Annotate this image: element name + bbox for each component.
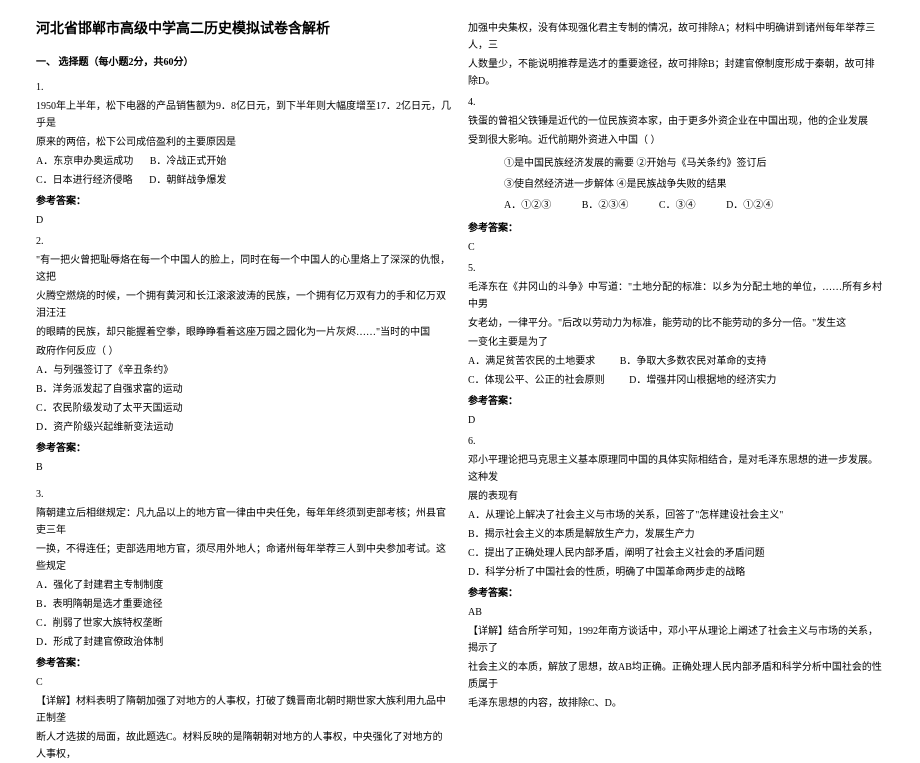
q1-opt-d: D．朝鲜战争爆发	[149, 172, 226, 189]
q3-opt-a: A．强化了封建君主专制制度	[36, 577, 452, 594]
q4-answer-label: 参考答案：	[468, 220, 884, 237]
q6-stem: 展的表现有	[468, 488, 884, 505]
q6-opt-d: D．科学分析了中国社会的性质，明确了中国革命两步走的战略	[468, 564, 884, 581]
q5-stem: 毛泽东在《井冈山的斗争》中写道："土地分配的标准：以乡为分配土地的单位，……所有…	[468, 279, 884, 313]
q5-options-row1: A．满足贫苦农民的土地要求 B．争取大多数农民对革命的支持	[468, 353, 884, 370]
q3-explain-cont: 人数量少，不能说明推荐是选才的重要途径，故可排除B；封建官僚制度形成于秦朝，故可…	[468, 56, 884, 90]
q2-stem: "有一把火曾把耻辱烙在每一个中国人的脸上，同时在每一个中国人的心里烙上了深深的仇…	[36, 252, 452, 286]
q1-answer: D	[36, 212, 452, 229]
q5-options-row2: C．体现公平、公正的社会原则 D．增强井冈山根据地的经济实力	[468, 372, 884, 389]
q3-answer: C	[36, 674, 452, 691]
q4-num: 4.	[468, 94, 884, 111]
left-column: 河北省邯郸市高级中学高二历史模拟试卷含解析 一、 选择题（每小题2分，共60分）…	[28, 18, 460, 633]
q5-opt-a: A．满足贫苦农民的土地要求	[468, 353, 595, 370]
q1-answer-label: 参考答案：	[36, 193, 452, 210]
q1-options-row1: A．东京申办奥运成功 B．冷战正式开始	[36, 153, 452, 170]
q5-answer-label: 参考答案：	[468, 393, 884, 410]
q3-opt-c: C．削弱了世家大族特权垄断	[36, 615, 452, 632]
q6-explain: 毛泽东思想的内容，故排除C、D。	[468, 695, 884, 712]
section-heading: 一、 选择题（每小题2分，共60分）	[36, 54, 452, 71]
q4-opt-a: A．①②③	[504, 197, 551, 214]
q3-num: 3.	[36, 486, 452, 503]
q4-item: ③使自然经济进一步解体 ④是民族战争失败的结果	[504, 176, 884, 193]
q2-opt-d: D．资产阶级兴起维新变法运动	[36, 419, 452, 436]
q4-options: A．①②③ B．②③④ C．③④ D．①②④	[504, 197, 884, 214]
q4-stem: 铁蛋的曾祖父铁锤是近代的一位民族资本家，由于更多外资企业在中国出现，他的企业发展	[468, 113, 884, 130]
q6-opt-a: A．从理论上解决了社会主义与市场的关系，回答了"怎样建设社会主义"	[468, 507, 884, 524]
q1-opt-a: A．东京申办奥运成功	[36, 153, 133, 170]
q5-opt-b: B．争取大多数农民对革命的支持	[620, 353, 767, 370]
q6-opt-b: B．揭示社会主义的本质是解放生产力，发展生产力	[468, 526, 884, 543]
q3-explain: 断人才选拔的局面，故此题选C。材料反映的是隋朝朝对地方的人事权，中央强化了对地方…	[36, 729, 452, 763]
q2-stem: 政府作何反应（ ）	[36, 343, 452, 360]
q2-opt-c: C．农民阶级发动了太平天国运动	[36, 400, 452, 417]
q1-opt-b: B．冷战正式开始	[150, 153, 227, 170]
q6-answer-label: 参考答案：	[468, 585, 884, 602]
q1-stem: 原来的两倍，松下公司成倍盈利的主要原因是	[36, 134, 452, 151]
q6-num: 6.	[468, 433, 884, 450]
q4-item: ①是中国民族经济发展的需要 ②开始与《马关条约》签订后	[504, 155, 884, 172]
q5-opt-d: D．增强井冈山根据地的经济实力	[629, 372, 776, 389]
q3-explain-cont: 加强中央集权，没有体现强化君主专制的情况，故可排除A；材料中明确讲到诸州每年举荐…	[468, 20, 884, 54]
q2-stem: 火腾空燃烧的时候，一个拥有黄河和长江滚滚波涛的民族，一个拥有亿万双有力的手和亿万…	[36, 288, 452, 322]
q2-num: 2.	[36, 233, 452, 250]
q1-opt-c: C．日本进行经济侵略	[36, 172, 133, 189]
q2-stem: 的眼睛的民族，却只能握着空拳，眼睁睁看着这座万园之园化为一片灰烬……"当时的中国	[36, 324, 452, 341]
right-column: 加强中央集权，没有体现强化君主专制的情况，故可排除A；材料中明确讲到诸州每年举荐…	[460, 18, 892, 633]
q2-answer-label: 参考答案：	[36, 440, 452, 457]
doc-title: 河北省邯郸市高级中学高二历史模拟试卷含解析	[36, 18, 452, 42]
q3-explain: 【详解】材料表明了隋朝加强了对地方的人事权，打破了魏晋南北朝时期世家大族利用九品…	[36, 693, 452, 727]
q6-answer: AB	[468, 604, 884, 621]
q4-stem: 受到很大影响。近代前期外资进入中国（ ）	[468, 132, 884, 149]
q3-opt-d: D．形成了封建官僚政治体制	[36, 634, 452, 651]
q3-opt-b: B．表明隋朝是选才重要途径	[36, 596, 452, 613]
q3-stem: 一换，不得连任；吏部选用地方官，须尽用外地人；命诸州每年举荐三人到中央参加考试。…	[36, 541, 452, 575]
q6-explain: 【详解】结合所学可知，1992年南方谈话中，邓小平从理论上阐述了社会主义与市场的…	[468, 623, 884, 657]
q2-answer: B	[36, 459, 452, 476]
q5-answer: D	[468, 412, 884, 429]
q5-stem: 女老幼，一律平分。"后改以劳动力为标准，能劳动的比不能劳动的多分一倍。"发生这	[468, 315, 884, 332]
q4-opt-c: C．③④	[659, 197, 696, 214]
q1-stem: 1950年上半年，松下电器的产品销售额为9．8亿日元，到下半年则大幅度增至17．…	[36, 98, 452, 132]
q4-opt-b: B．②③④	[582, 197, 629, 214]
q2-opt-a: A．与列强签订了《辛丑条约》	[36, 362, 452, 379]
q1-options-row2: C．日本进行经济侵略 D．朝鲜战争爆发	[36, 172, 452, 189]
q4-opt-d: D．①②④	[726, 197, 773, 214]
q3-stem: 隋朝建立后相继规定：凡九品以上的地方官一律由中央任免，每年年终须到吏部考核；州县…	[36, 505, 452, 539]
q3-answer-label: 参考答案：	[36, 655, 452, 672]
q4-answer: C	[468, 239, 884, 256]
q4-items: ①是中国民族经济发展的需要 ②开始与《马关条约》签订后 ③使自然经济进一步解体 …	[468, 155, 884, 214]
q5-num: 5.	[468, 260, 884, 277]
q2-opt-b: B．洋务派发起了自强求富的运动	[36, 381, 452, 398]
q5-opt-c: C．体现公平、公正的社会原则	[468, 372, 605, 389]
q1-num: 1.	[36, 79, 452, 96]
q6-explain: 社会主义的本质，解放了思想，故AB均正确。正确处理人民内部矛盾和科学分析中国社会…	[468, 659, 884, 693]
q6-stem: 邓小平理论把马克思主义基本原理同中国的具体实际相结合，是对毛泽东思想的进一步发展…	[468, 452, 884, 486]
q5-stem: 一变化主要是为了	[468, 334, 884, 351]
q6-opt-c: C．提出了正确处理人民内部矛盾，阐明了社会主义社会的矛盾问题	[468, 545, 884, 562]
